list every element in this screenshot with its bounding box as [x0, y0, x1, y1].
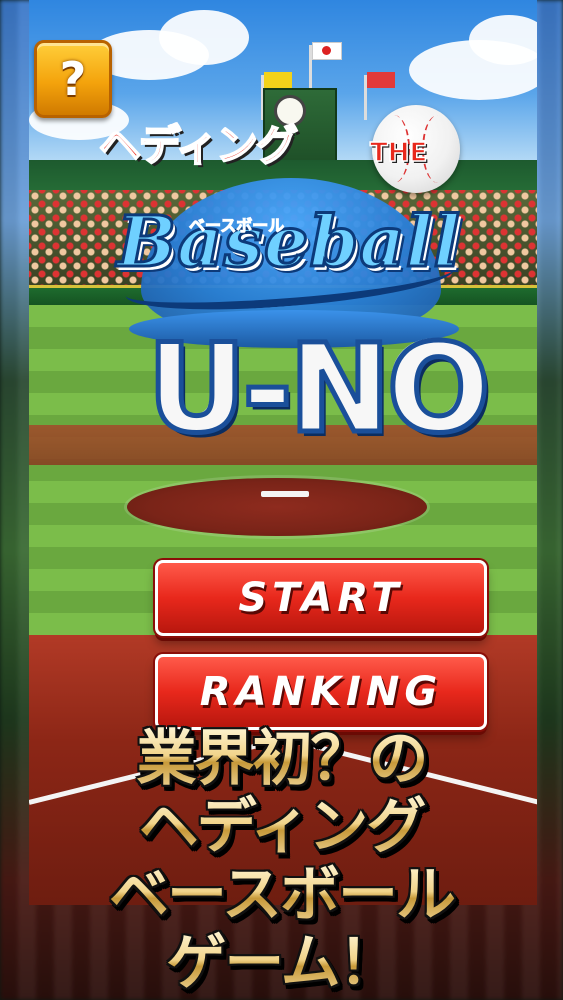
help-button[interactable]: ? — [34, 40, 112, 118]
pitchers-rubber — [261, 491, 309, 497]
help-question-icon: ? — [59, 52, 87, 106]
yellow-flag-icon — [264, 72, 292, 88]
tagline-line-2: ヘディング — [0, 793, 563, 861]
tagline-line-4: ゲーム！ — [0, 929, 563, 997]
tagline-line-1: 業界初？の — [0, 725, 563, 793]
red-flag-icon — [367, 72, 395, 88]
logo-baseball-text: Baseball — [116, 199, 462, 285]
logo-heading-text: ヘディング — [98, 120, 299, 171]
japan-flag-icon — [312, 42, 342, 60]
logo-the-text: THE — [369, 137, 428, 169]
logo-uno-text: U-NO — [145, 318, 494, 460]
logo-baseball-kana: ベースボール — [188, 216, 285, 236]
start-button[interactable]: START — [155, 560, 487, 636]
promo-tagline: 業界初？の ヘディング ベースボール ゲーム！ — [0, 725, 563, 997]
ranking-button[interactable]: RANKING — [155, 654, 487, 730]
pitchers-mound — [127, 478, 427, 536]
tagline-line-3: ベースボール — [0, 861, 563, 929]
